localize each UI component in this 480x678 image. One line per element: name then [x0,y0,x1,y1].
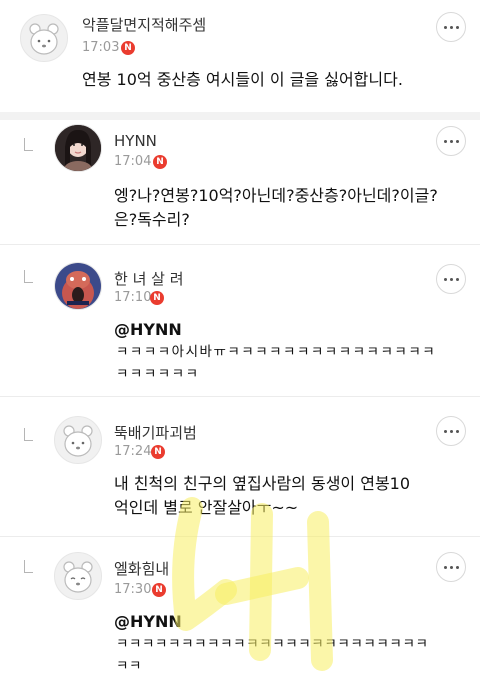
new-badge: N [153,155,167,169]
reply-item: 한 녀 살 려 17:10 N @HYNN ㅋㅋㅋㅋ아시바ㅠㅋㅋㅋㅋㅋㅋㅋㅋㅋㅋ… [0,250,480,390]
more-options-button[interactable] [436,552,466,582]
divider [0,536,480,537]
comment-text-line: ㅋㅋㅋㅋㅋㅋㅋㅋㅋㅋㅋㅋㅋㅋㅋㅋㅋㅋㅋㅋㅋㅋㅋㅋ [116,636,429,652]
mention-tag[interactable]: @HYNN [114,318,182,342]
avatar[interactable] [20,14,68,62]
default-bear-avatar-icon [63,425,93,457]
reply-item: 엘화힘내 17:30 N @HYNN ㅋㅋㅋㅋㅋㅋㅋㅋㅋㅋㅋㅋㅋㅋㅋㅋㅋㅋㅋㅋㅋ… [0,540,480,674]
comment-time: 17:03 [82,40,120,55]
comment-author[interactable]: 뚝배기파괴범 [114,422,197,443]
more-options-button[interactable] [436,264,466,294]
comment-text-line: 내 친척의 친구의 옆집사람의 동생이 연봉10 [114,474,411,493]
avatar[interactable] [54,262,102,310]
reply-arrow-icon [24,428,33,441]
comment-item: 악플달면지적해주셈 17:03 N 연봉 10억 중산층 여시들이 이 글을 싫… [0,0,480,112]
illustration-avatar-icon [55,263,101,309]
mention-tag[interactable]: @HYNN [114,610,182,634]
avatar[interactable] [54,124,102,172]
avatar[interactable] [54,416,102,464]
comment-author[interactable]: 한 녀 살 려 [114,268,184,289]
default-bear-avatar-icon [63,561,93,593]
more-options-button[interactable] [436,12,466,42]
comment-text-line: 은?독수리? [114,210,190,229]
new-badge: N [150,291,164,305]
divider [0,396,480,397]
comment-time: 17:30 [114,582,152,597]
comment-text-line: ㅋㅋ [116,658,143,674]
profile-photo-avatar-icon [55,125,101,171]
reply-item: 뚝배기파괴범 17:24 N 내 친척의 친구의 옆집사람의 동생이 연봉10 … [0,400,480,534]
comment-time: 17:04 [114,154,152,169]
divider [0,112,480,120]
comment-text-line: 엥?나?연봉?10억?아닌데?중산층?아닌데?이글? [114,186,438,205]
comment-author[interactable]: 악플달면지적해주셈 [82,14,206,35]
comment-text-line: ㅋㅋㅋㅋㅋㅋ [116,366,200,382]
reply-arrow-icon [24,560,33,573]
divider [0,244,480,245]
new-badge: N [121,41,135,55]
comment-text: 연봉 10억 중산층 여시들이 이 글을 싫어합니다. [82,70,403,89]
comment-text-line: 억인데 별로 안잘살아ㅜ~~ [114,498,299,517]
comment-author[interactable]: 엘화힘내 [114,558,169,579]
comment-time: 17:10 [114,290,152,305]
more-options-button[interactable] [436,126,466,156]
new-badge: N [152,583,166,597]
avatar[interactable] [54,552,102,600]
reply-arrow-icon [24,138,33,151]
comment-time: 17:24 [114,444,152,459]
reply-item: HYNN 17:04 N 엥?나?연봉?10억?아닌데?중산층?아닌데?이글? … [0,120,480,244]
comment-author[interactable]: HYNN [114,132,157,150]
new-badge: N [151,445,165,459]
reply-arrow-icon [24,270,33,283]
more-options-button[interactable] [436,416,466,446]
default-bear-avatar-icon [29,23,59,55]
comment-text-line: ㅋㅋㅋㅋ아시바ㅠㅋㅋㅋㅋㅋㅋㅋㅋㅋㅋㅋㅋㅋㅋㅋ [116,344,437,360]
